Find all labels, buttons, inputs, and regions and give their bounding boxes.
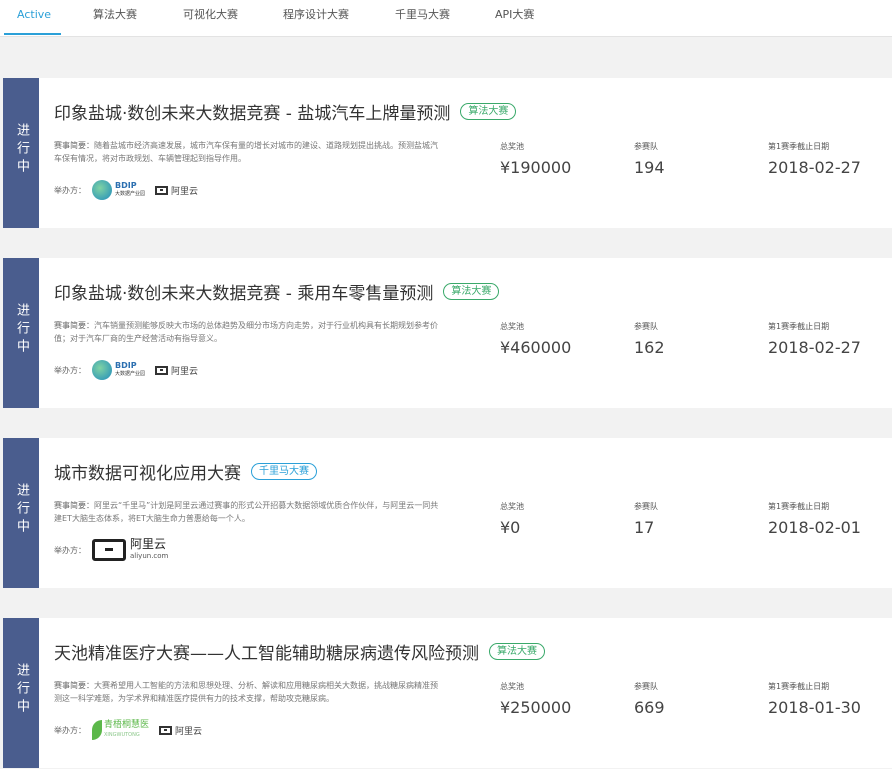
category-tag[interactable]: 算法大赛 [489,642,545,660]
prize-pool: 总奖池 ¥190000 [500,142,572,177]
organizer-row: 举办方： BDIP 大数据产业园 阿里云 [54,179,198,201]
team-count: 参赛队 669 [634,682,665,717]
team-count: 参赛队 162 [634,322,665,357]
competition-title[interactable]: 天池精准医疗大赛——人工智能辅助糖尿病遗传风险预测 [54,639,479,664]
tab-programming[interactable]: 程序设计大赛 [283,0,349,36]
competition-card[interactable]: 进行中 城市数据可视化应用大赛 千里马大赛 赛事简要：阿里云“千里马”计划是阿里… [3,438,892,588]
competition-card[interactable]: 进行中 印象盐城·数创未来大数据竞赛 - 乘用车零售量预测 算法大赛 赛事简要：… [3,258,892,408]
aliyun-logo: 阿里云 [159,724,202,737]
medical-partner-logo: 青梧桐慧医 XINGWUTONG [92,720,149,740]
status-badge: 进行中 [3,78,39,228]
status-badge: 进行中 [3,618,39,768]
competition-card[interactable]: 进行中 印象盐城·数创未来大数据竞赛 - 盐城汽车上牌量预测 算法大赛 赛事简要… [3,78,892,228]
competition-description: 赛事简要：随着盐城市经济高速发展，城市汽车保有量的增长对城市的建设、道路规划提出… [54,141,438,163]
aliyun-logo: 阿里云 [155,184,198,197]
active-tab-indicator [4,33,61,35]
competition-description: 赛事简要：阿里云“千里马”计划是阿里云通过赛事的形式公开招募大数据领域优质合作伙… [54,501,439,523]
status-badge: 进行中 [3,258,39,408]
organizer-row: 举办方： 青梧桐慧医 XINGWUTONG 阿里云 [54,719,202,741]
status-badge: 进行中 [3,438,39,588]
tab-visualization[interactable]: 可视化大赛 [183,0,238,36]
competition-card[interactable]: 进行中 天池精准医疗大赛——人工智能辅助糖尿病遗传风险预测 算法大赛 赛事简要：… [3,618,892,768]
tab-qianlima[interactable]: 千里马大赛 [395,0,450,36]
team-count: 参赛队 17 [634,502,658,537]
deadline: 第1赛季截止日期 2018-02-27 [768,142,861,177]
aliyun-logo: 阿里云 [155,364,198,377]
tab-active[interactable]: Active [17,0,51,36]
category-tag[interactable]: 千里马大赛 [251,462,317,480]
bdip-logo: BDIP 大数据产业园 [92,360,145,380]
deadline: 第1赛季截止日期 2018-01-30 [768,682,861,717]
tab-algorithm[interactable]: 算法大赛 [93,0,137,36]
category-tab-bar: Active 算法大赛 可视化大赛 程序设计大赛 千里马大赛 API大赛 [0,0,892,37]
organizer-label: 举办方： [54,185,86,195]
organizer-label: 举办方： [54,725,86,735]
competition-title[interactable]: 印象盐城·数创未来大数据竞赛 - 乘用车零售量预测 [54,279,433,304]
prize-pool: 总奖池 ¥460000 [500,322,572,357]
deadline: 第1赛季截止日期 2018-02-01 [768,502,861,537]
tab-api[interactable]: API大赛 [495,0,534,36]
prize-pool: 总奖池 ¥0 [500,502,524,537]
team-count: 参赛队 194 [634,142,665,177]
bdip-logo: BDIP 大数据产业园 [92,180,145,200]
organizer-row: 举办方： BDIP 大数据产业园 阿里云 [54,359,198,381]
prize-pool: 总奖池 ¥250000 [500,682,572,717]
competition-description: 赛事简要：汽车销量预测能够反映大市场的总体趋势及细分市场方向走势，对于行业机构具… [54,321,438,343]
competition-title[interactable]: 印象盐城·数创未来大数据竞赛 - 盐城汽车上牌量预测 [54,99,450,124]
organizer-label: 举办方： [54,545,86,555]
organizer-row: 举办方： 阿里云 aliyun.com [54,538,168,562]
organizer-label: 举办方： [54,365,86,375]
category-tag[interactable]: 算法大赛 [443,282,500,300]
deadline: 第1赛季截止日期 2018-02-27 [768,322,861,357]
category-tag[interactable]: 算法大赛 [460,102,517,120]
aliyun-logo: 阿里云 aliyun.com [92,538,168,562]
competition-title[interactable]: 城市数据可视化应用大赛 [54,459,241,484]
competition-description: 赛事简要：大赛希望用人工智能的方法和思想处理、分析、解读和应用糖尿病相关大数据，… [54,681,438,703]
